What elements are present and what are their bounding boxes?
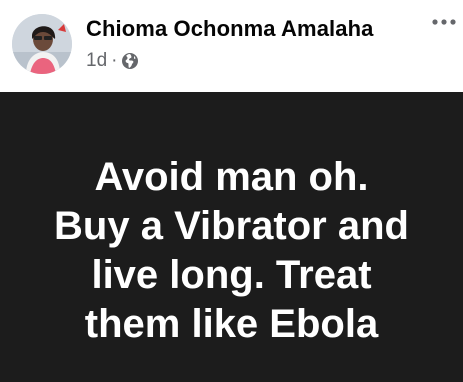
more-options-icon (432, 19, 456, 25)
post-header: Chioma Ochonma Amalaha 1d · (0, 0, 463, 92)
meta-separator: · (111, 50, 118, 71)
post-meta: 1d · (86, 50, 139, 72)
more-options-button[interactable] (429, 10, 459, 34)
post-text-line: Avoid man oh. (94, 155, 369, 199)
post-text-line: live long. Treat (91, 253, 372, 297)
avatar[interactable] (12, 14, 72, 74)
post-text-line: them like Ebola (84, 302, 379, 346)
author-name[interactable]: Chioma Ochonma Amalaha (86, 16, 373, 42)
globe-icon[interactable] (121, 52, 139, 70)
post-text-line: Buy a Vibrator and (54, 204, 409, 248)
post-content-background[interactable]: Avoid man oh. Buy a Vibrator and live lo… (0, 92, 463, 382)
post-timestamp[interactable]: 1d (86, 50, 107, 72)
post-text: Avoid man oh. Buy a Vibrator and live lo… (12, 153, 452, 349)
facebook-post: Chioma Ochonma Amalaha 1d · Avoid man oh… (0, 0, 463, 382)
profile-photo-icon (12, 14, 72, 74)
